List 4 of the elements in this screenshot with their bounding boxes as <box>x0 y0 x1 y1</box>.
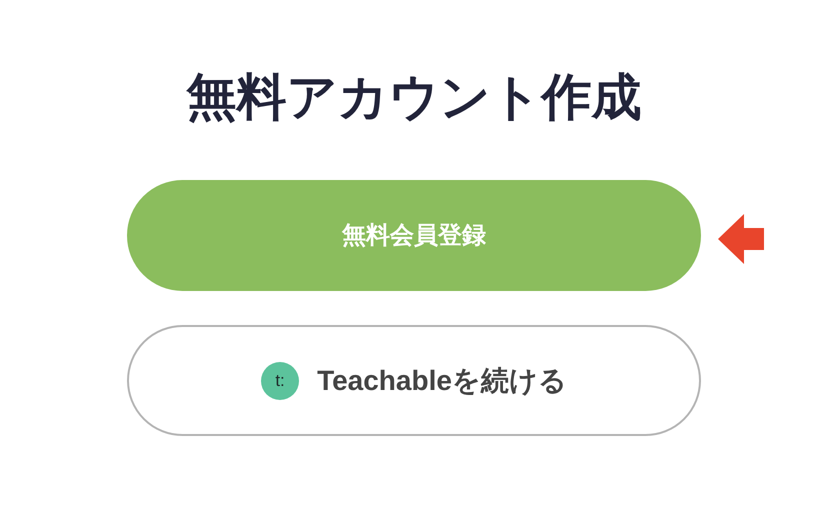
page-title: 無料アカウント作成 <box>186 68 642 127</box>
logo-icon: t: <box>261 362 300 400</box>
button-label: Teachableを続ける <box>317 364 567 398</box>
teachable-button[interactable]: t: Teachableを続ける <box>127 325 701 436</box>
